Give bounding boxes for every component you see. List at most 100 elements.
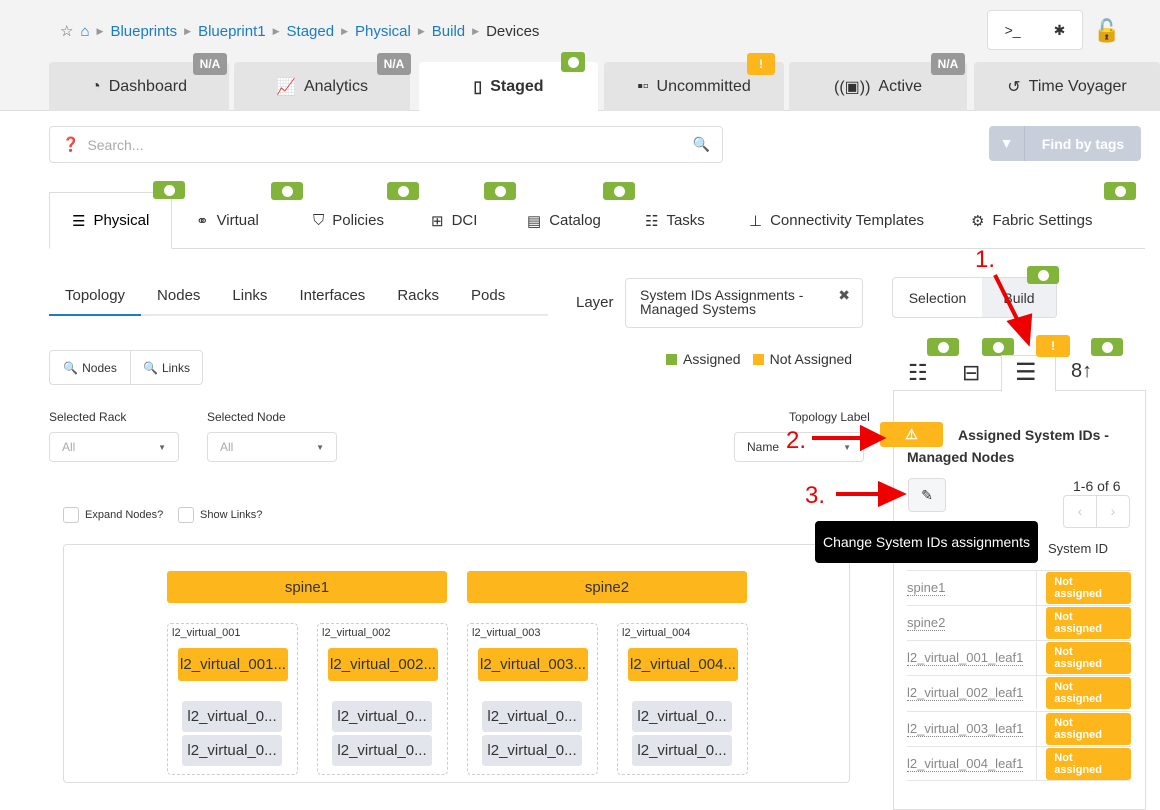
generic-node[interactable]: l2_virtual_0... <box>332 701 432 732</box>
table-row: spine2 Not assigned <box>907 605 1131 640</box>
file-icon: ▯ <box>473 79 483 96</box>
subtab-label: Fabric Settings <box>992 212 1093 229</box>
spine-node[interactable]: spine2 <box>467 571 747 603</box>
generic-node[interactable]: l2_virtual_0... <box>182 735 282 766</box>
find-by-tags-button[interactable]: ▼ Find by tags <box>989 126 1141 161</box>
filter-icon: ▼ <box>989 126 1025 161</box>
crumb-blueprint1[interactable]: Blueprint1 <box>198 23 266 40</box>
show-links-checkbox[interactable]: Show Links? <box>178 507 262 523</box>
node-name[interactable]: l2_virtual_003_leaf1 <box>907 721 1024 737</box>
leaf-node[interactable]: l2_virtual_001... <box>178 648 288 681</box>
subtab-dci[interactable]: ⊞ DCI <box>431 192 477 249</box>
device-scan-icon[interactable]: ⊟ <box>962 360 980 386</box>
devices-icon[interactable]: ☰ <box>1015 358 1037 387</box>
sub-tabs: ☰ Physical ⚭ Virtual ⛉ Policies ⊞ DCI ▤ Catal… <box>49 192 1145 249</box>
edit-assignments-button[interactable]: ✎ <box>908 478 946 512</box>
tab-topology[interactable]: Topology <box>49 283 142 316</box>
panel-title: Assigned System IDs - Managed Nodes <box>907 427 1109 465</box>
subtab-policies[interactable]: ⛉ Policies <box>313 192 384 249</box>
topology-label-label: Topology Label <box>789 410 870 424</box>
tab-racks[interactable]: Racks <box>381 283 455 316</box>
annotation-3: 3. <box>805 482 826 509</box>
crumb-build[interactable]: Build <box>432 23 465 40</box>
sort-icon[interactable]: 8↑ <box>1071 360 1092 383</box>
bug-icon[interactable]: ✱ <box>1054 22 1066 39</box>
tab-links[interactable]: Links <box>216 283 283 316</box>
dashboard-icon: ◔ <box>91 77 101 95</box>
node-name[interactable]: l2_virtual_001_leaf1 <box>907 650 1024 666</box>
search-nodes-button[interactable]: 🔍 Nodes <box>50 351 131 384</box>
subtab-label: Tasks <box>666 212 705 229</box>
search-input[interactable]: ❓ Search... 🔍 <box>49 126 723 163</box>
help-icon: ❓ <box>62 136 80 152</box>
crumb-staged[interactable]: Staged <box>287 23 335 40</box>
tab-nodes[interactable]: Nodes <box>141 283 216 316</box>
star-icon[interactable]: ☆ <box>60 22 73 40</box>
expand-nodes-checkbox[interactable]: Expand Nodes? <box>63 507 163 523</box>
crumb-blueprints[interactable]: Blueprints <box>110 23 177 40</box>
label: Expand Nodes? <box>85 508 164 521</box>
search-icon: 🔍 <box>63 360 79 375</box>
list-icon[interactable]: ☷ <box>908 360 928 386</box>
list-icon: ☷ <box>645 212 659 230</box>
node-name[interactable]: l2_virtual_004_leaf1 <box>907 756 1024 772</box>
rack-name: l2_virtual_003 <box>472 627 541 639</box>
tab-interfaces[interactable]: Interfaces <box>283 283 381 316</box>
rack-name: l2_virtual_004 <box>622 627 691 639</box>
tab-label: Staged <box>490 78 544 95</box>
tab-label: Active <box>878 77 922 95</box>
status-badge: Not assigned <box>1046 677 1131 709</box>
value: Name <box>747 440 780 454</box>
subtab-physical[interactable]: ☰ Physical <box>49 192 173 249</box>
tab-pods[interactable]: Pods <box>455 283 521 316</box>
clear-icon[interactable]: ✖ <box>838 288 850 302</box>
search-icon: 🔍 <box>692 136 710 152</box>
node-name[interactable]: l2_virtual_002_leaf1 <box>907 685 1024 701</box>
template-icon: ⊥ <box>749 212 763 230</box>
tooltip: Change System IDs assignments <box>815 521 1038 563</box>
pager: ‹ › <box>1063 495 1130 528</box>
warning-badge: ! <box>747 53 775 75</box>
subtab-fabric-settings[interactable]: ⚙ Fabric Settings <box>971 192 1093 249</box>
subtab-catalog[interactable]: ▤ Catalog <box>527 192 601 249</box>
generic-node[interactable]: l2_virtual_0... <box>482 701 582 732</box>
generic-node[interactable]: l2_virtual_0... <box>632 701 732 732</box>
spine-node[interactable]: spine1 <box>167 571 447 603</box>
leaf-node[interactable]: l2_virtual_002... <box>328 648 438 681</box>
generic-node[interactable]: l2_virtual_0... <box>482 735 582 766</box>
selection-button[interactable]: Selection <box>893 278 982 317</box>
rack: l2_virtual_004 l2_virtual_004... l2_virtua… <box>617 623 748 775</box>
search-links-button[interactable]: 🔍 Links <box>131 351 202 384</box>
leaf-node[interactable]: l2_virtual_003... <box>478 648 588 681</box>
prev-page-button[interactable]: ‹ <box>1064 496 1097 527</box>
leaf-node[interactable]: l2_virtual_004... <box>628 648 738 681</box>
arrow-2-head <box>860 424 887 452</box>
ok-badge <box>603 182 635 200</box>
next-page-button[interactable]: › <box>1097 496 1129 527</box>
node-name[interactable]: spine1 <box>907 580 946 596</box>
warning-badge: ! <box>1036 335 1070 357</box>
home-icon[interactable]: ⌂ <box>80 23 89 40</box>
subtab-label: Catalog <box>549 212 601 229</box>
ok-badge <box>927 338 959 356</box>
generic-node[interactable]: l2_virtual_0... <box>332 735 432 766</box>
subtab-virtual[interactable]: ⚭ Virtual <box>196 192 259 249</box>
subtab-tasks[interactable]: ☷ Tasks <box>645 192 705 249</box>
layer-select[interactable]: System IDs Assignments - Managed Systems… <box>625 278 863 328</box>
node-select[interactable]: All ▼ <box>207 432 337 462</box>
generic-node[interactable]: l2_virtual_0... <box>632 735 732 766</box>
tab-time-voyager[interactable]: ↺ Time Voyager <box>974 62 1160 111</box>
subtab-connectivity-templates[interactable]: ⊥ Connectivity Templates <box>749 192 924 249</box>
not-assigned-swatch <box>752 353 764 365</box>
node-name[interactable]: spine2 <box>907 615 946 631</box>
breadcrumb: ☆ ⌂ ▶ Blueprints ▶ Blueprint1 ▶ Staged ▶ Phy… <box>60 22 540 41</box>
tab-label: Dashboard <box>108 77 187 95</box>
ok-badge <box>484 182 516 200</box>
rack-select[interactable]: All ▼ <box>49 432 179 462</box>
network-icon: ⚭ <box>196 212 209 230</box>
lock-icon[interactable]: 🔓 <box>1093 18 1120 44</box>
crumb-physical[interactable]: Physical <box>355 23 411 40</box>
generic-node[interactable]: l2_virtual_0... <box>182 701 282 732</box>
rack: l2_virtual_001 l2_virtual_001... l2_virtua… <box>167 623 298 775</box>
terminal-icon[interactable]: >_ <box>1005 22 1021 38</box>
